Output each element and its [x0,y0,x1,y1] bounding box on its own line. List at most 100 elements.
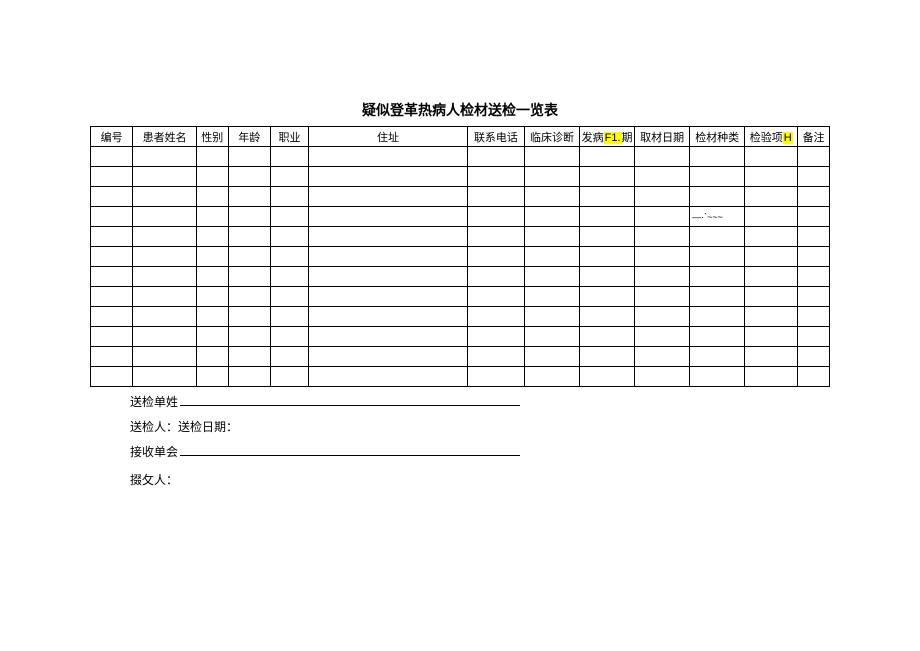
table-header-row: 编号 患者姓名 性别 年龄 职业 住址 联系电话 临床诊断 发病F1.期 取材日… [91,127,830,147]
table-cell [467,287,524,307]
table-cell [525,247,580,267]
table-cell [580,207,635,227]
table-cell [228,327,270,347]
table-cell [690,287,745,307]
table-cell [745,327,798,347]
table-cell [525,307,580,327]
table-cell [91,347,133,367]
table-cell [525,167,580,187]
col-header-id: 编号 [91,127,133,147]
table-cell [133,167,197,187]
table-cell [580,267,635,287]
table-cell [745,207,798,227]
table-cell [745,347,798,367]
table-cell [270,307,308,327]
table-cell [467,307,524,327]
col-header-sample-date: 取材日期 [635,127,690,147]
table-cell [635,207,690,227]
table-cell [196,307,228,327]
footer-receiver-org: 接收单会 [130,441,520,464]
col-header-occupation: 职业 [270,127,308,147]
table-cell [133,247,197,267]
col-header-specimen-type: 检材种类 [690,127,745,147]
col-header-age: 年龄 [228,127,270,147]
label-sender: 送检人： [130,416,178,439]
table-cell: —·`~~~ [690,207,745,227]
table-cell [635,267,690,287]
table-cell [196,287,228,307]
table-cell [196,207,228,227]
table-cell [580,287,635,307]
table-cell [745,247,798,267]
table-cell [690,227,745,247]
table-row [91,187,830,207]
table-cell [467,327,524,347]
table-row [91,267,830,287]
table-cell [525,227,580,247]
table-cell [798,327,830,347]
table-cell [270,247,308,267]
table-cell [467,347,524,367]
table-cell [228,147,270,167]
table-cell [91,247,133,267]
table-cell [525,207,580,227]
table-cell [580,227,635,247]
table-cell [133,367,197,387]
table-cell [580,147,635,167]
table-cell [467,187,524,207]
footer-receiver: 掇攵人： [130,469,520,492]
table-cell [690,267,745,287]
table-row [91,247,830,267]
table-row [91,327,830,347]
table-cell [580,247,635,267]
table-cell [91,307,133,327]
table-cell [798,347,830,367]
table-cell [309,187,468,207]
table-row [91,287,830,307]
underline [180,442,520,456]
table-cell [525,287,580,307]
table-cell [196,267,228,287]
table-cell [525,367,580,387]
table-cell [309,327,468,347]
table-cell [133,187,197,207]
table-cell [798,267,830,287]
table-row [91,227,830,247]
table-cell [228,347,270,367]
table-cell [133,227,197,247]
col-header-sex: 性别 [196,127,228,147]
table-cell [196,247,228,267]
table-cell [798,147,830,167]
footer-sender-date: 送检人： 送检日期： [130,416,520,439]
table-cell [525,147,580,167]
table-cell [309,347,468,367]
table-cell [228,187,270,207]
table-cell [798,367,830,387]
table-cell [745,147,798,167]
table-cell [91,227,133,247]
table-cell [635,167,690,187]
table-cell [745,167,798,187]
table-cell [133,207,197,227]
table-cell [798,287,830,307]
table-cell [270,167,308,187]
label-receiver: 掇攵人： [130,469,178,492]
table-cell [635,247,690,267]
table-cell [309,147,468,167]
table-cell [270,227,308,247]
table-cell [580,347,635,367]
table-cell [196,187,228,207]
table-cell [196,167,228,187]
table-cell [91,287,133,307]
table-row [91,147,830,167]
table-cell [798,247,830,267]
highlight-mark: F1. [604,132,622,144]
table-cell [91,367,133,387]
table-cell [228,207,270,227]
table-cell [635,187,690,207]
table-cell [635,287,690,307]
table-cell [580,307,635,327]
table-cell [133,327,197,347]
table-cell [133,267,197,287]
table-cell [690,147,745,167]
